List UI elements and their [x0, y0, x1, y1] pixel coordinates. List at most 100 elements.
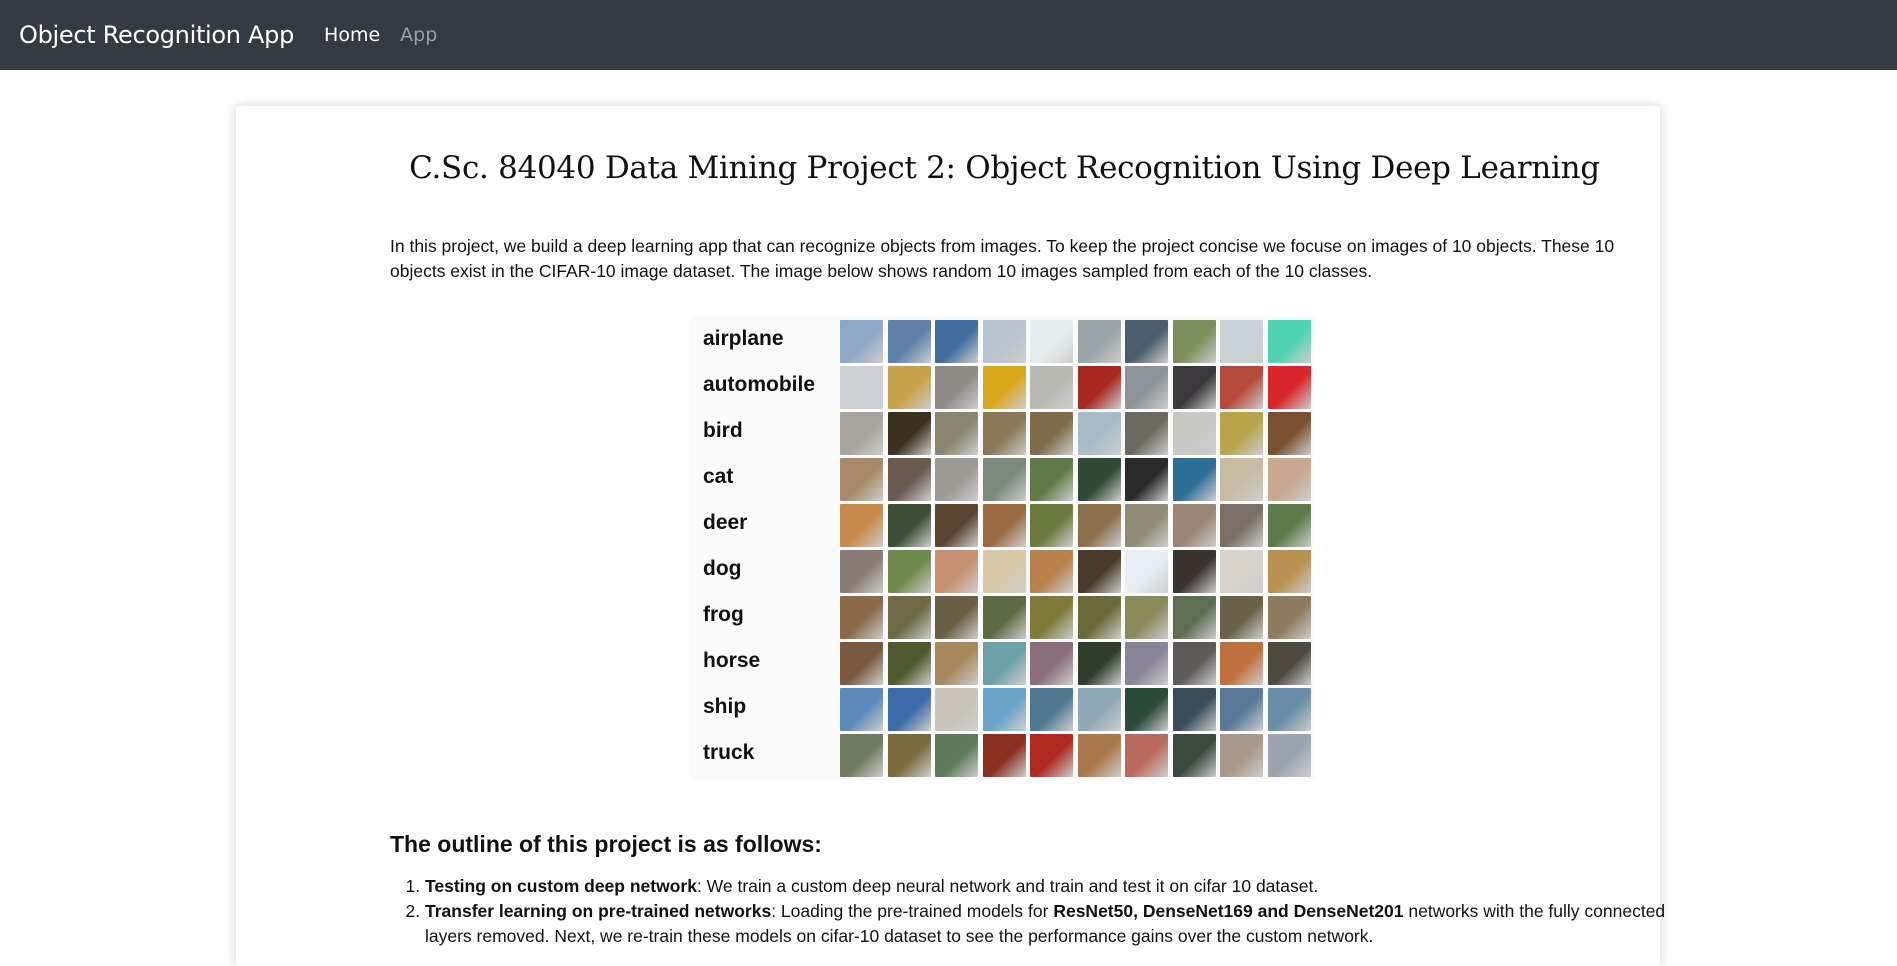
class-label: automobile: [703, 373, 816, 396]
outline-heading: The outline of this project is as follow…: [390, 831, 822, 857]
class-label: horse: [703, 649, 761, 672]
sample-thumbnail: [982, 642, 1026, 685]
sample-thumbnail: [1077, 320, 1121, 363]
sample-thumbnail: [1220, 550, 1263, 593]
outline-item-title: Testing on custom deep network: [425, 876, 697, 896]
sample-thumbnail: [1077, 734, 1121, 777]
sample-thumbnail: [1172, 504, 1216, 547]
sample-thumbnail: [840, 504, 883, 547]
sample-thumbnail: [1030, 320, 1073, 363]
sample-thumbnail: [1267, 688, 1311, 731]
sample-thumbnail: [1030, 504, 1073, 547]
grid-row-frog: frog: [690, 596, 1315, 640]
cifar10-sample-image: airplane automobile bird cat deer dog frog hors…: [690, 316, 1315, 780]
class-label: cat: [703, 465, 734, 488]
sample-thumbnail: [1220, 458, 1263, 501]
sample-thumbnail: [935, 366, 978, 409]
sample-thumbnail: [1077, 412, 1121, 455]
grid-row-dog: dog: [690, 550, 1315, 594]
sample-thumbnail: [982, 320, 1026, 363]
sample-thumbnail: [840, 642, 883, 685]
sample-thumbnail: [1172, 596, 1216, 639]
sample-thumbnail: [1030, 734, 1073, 777]
outline-item-models: ResNet50, DenseNet169 and DenseNet201: [1053, 901, 1404, 921]
page-title: C.Sc. 84040 Data Mining Project 2: Objec…: [409, 150, 1600, 186]
sample-thumbnail: [840, 320, 883, 363]
class-label: frog: [703, 603, 744, 626]
sample-thumbnail: [1220, 596, 1263, 639]
sample-thumbnail: [887, 688, 931, 731]
sample-thumbnail: [840, 550, 883, 593]
sample-thumbnail: [1030, 642, 1073, 685]
intro-paragraph: In this project, we build a deep learnin…: [390, 236, 1615, 281]
sample-thumbnail: [887, 596, 931, 639]
sample-thumbnail: [1267, 412, 1311, 455]
sample-thumbnail: [840, 412, 883, 455]
class-label: dog: [703, 557, 742, 580]
grid-row-ship: ship: [690, 688, 1315, 732]
sample-thumbnail: [935, 550, 978, 593]
sample-thumbnail: [1077, 688, 1121, 731]
sample-thumbnail: [1077, 550, 1121, 593]
class-label: truck: [703, 741, 755, 764]
sample-thumbnail: [1172, 412, 1216, 455]
sample-thumbnail: [1172, 642, 1216, 685]
sample-thumbnail: [1125, 458, 1168, 501]
sample-thumbnail: [1267, 320, 1311, 363]
grid-row-truck: truck: [690, 734, 1315, 778]
nav-link-home[interactable]: Home: [324, 24, 380, 46]
sample-thumbnail: [1077, 642, 1121, 685]
grid-row-horse: horse: [690, 642, 1315, 686]
sample-thumbnail: [1267, 596, 1311, 639]
sample-thumbnail: [887, 642, 931, 685]
outline-list: Testing on custom deep network: We train…: [390, 874, 1675, 949]
sample-thumbnail: [887, 458, 931, 501]
sample-thumbnail: [982, 366, 1026, 409]
sample-thumbnail: [1030, 688, 1073, 731]
outline-item-text: : We train a custom deep neural network …: [696, 876, 1319, 896]
sample-thumbnail: [1077, 596, 1121, 639]
sample-thumbnail: [1220, 366, 1263, 409]
sample-thumbnail: [1077, 366, 1121, 409]
sample-thumbnail: [935, 596, 978, 639]
outline-item-text: : Loading the pre-trained models for: [771, 901, 1054, 921]
sample-thumbnail: [1030, 412, 1073, 455]
sample-thumbnail: [935, 504, 978, 547]
nav-link-app[interactable]: App: [400, 24, 437, 46]
grid-row-bird: bird: [690, 412, 1315, 456]
sample-thumbnail: [1030, 366, 1073, 409]
sample-thumbnail: [887, 734, 931, 777]
sample-thumbnail: [1077, 458, 1121, 501]
sample-thumbnail: [887, 366, 931, 409]
sample-thumbnail: [840, 458, 883, 501]
sample-thumbnail: [1220, 642, 1263, 685]
sample-thumbnail: [1125, 734, 1168, 777]
sample-thumbnail: [840, 596, 883, 639]
sample-thumbnail: [887, 320, 931, 363]
sample-thumbnail: [1125, 550, 1168, 593]
sample-thumbnail: [840, 734, 883, 777]
class-label: bird: [703, 419, 743, 442]
sample-thumbnail: [1172, 366, 1216, 409]
class-label: deer: [703, 511, 748, 534]
sample-thumbnail: [887, 550, 931, 593]
sample-thumbnail: [935, 642, 978, 685]
brand-title[interactable]: Object Recognition App: [19, 21, 294, 49]
sample-thumbnail: [887, 504, 931, 547]
sample-thumbnail: [1172, 688, 1216, 731]
sample-thumbnail: [1030, 550, 1073, 593]
sample-thumbnail: [1172, 320, 1216, 363]
sample-thumbnail: [935, 688, 978, 731]
sample-thumbnail: [1220, 320, 1263, 363]
sample-thumbnail: [935, 734, 978, 777]
sample-thumbnail: [1220, 688, 1263, 731]
grid-row-automobile: automobile: [690, 366, 1315, 410]
sample-thumbnail: [982, 596, 1026, 639]
sample-thumbnail: [1030, 596, 1073, 639]
sample-thumbnail: [1125, 366, 1168, 409]
sample-thumbnail: [935, 320, 978, 363]
sample-thumbnail: [982, 734, 1026, 777]
sample-thumbnail: [1220, 504, 1263, 547]
sample-thumbnail: [1267, 642, 1311, 685]
sample-thumbnail: [1125, 412, 1168, 455]
